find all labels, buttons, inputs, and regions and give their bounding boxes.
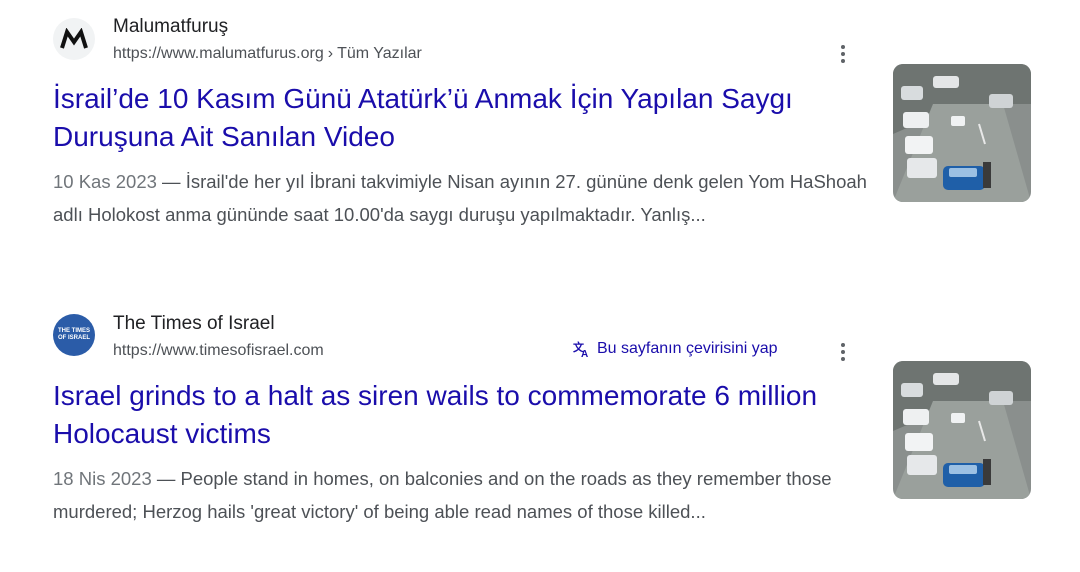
favicon-text-1: THE TIMES [57,328,90,334]
result-title-line-2: Duruşuna Ait Sanılan Video [53,121,395,152]
result-title-line-1: İsrail’de 10 Kasım Günü Atatürk’ü Anmak … [53,83,793,114]
date-dash: — [156,171,186,192]
result-thumbnail[interactable] [893,64,1031,202]
result-title[interactable]: İsrail’de 10 Kasım Günü Atatürk’ü Anmak … [53,80,883,156]
translate-icon: 文 A [573,340,588,358]
more-options-icon[interactable] [834,42,852,66]
result-thumbnail[interactable] [893,361,1031,499]
result-date: 18 Nis 2023 [53,468,152,489]
translate-label: Bu sayfanın çevirisini yap [597,340,778,357]
result-title-line-2: Holocaust victims [53,418,271,449]
site-url[interactable]: https://www.timesofisrael.com [113,342,324,360]
date-dash: — [151,468,181,489]
breadcrumb-separator: › [327,45,334,62]
translate-page-link[interactable]: 文 A Bu sayfanın çevirisini yap [573,340,778,358]
url-text: https://www.malumatfurus.org [113,45,324,62]
malumatfurus-logo-icon[interactable] [53,18,95,60]
result-snippet: 18 Nis 2023 — People stand in homes, on … [53,462,873,528]
result-snippet: 10 Kas 2023 — İsrail'de her yıl İbrani t… [53,165,873,231]
result-title[interactable]: Israel grinds to a halt as siren wails t… [53,377,883,453]
site-name[interactable]: The Times of Israel [113,313,275,335]
times-of-israel-logo-icon[interactable]: THE TIMES OF ISRAEL [53,314,95,356]
site-url[interactable]: https://www.malumatfurus.org › Tüm Yazılar [113,45,422,63]
more-options-icon[interactable] [834,340,852,364]
favicon-text-2: OF ISRAEL [57,335,90,341]
site-name[interactable]: Malumatfuruş [113,16,228,38]
result-title-line-1: Israel grinds to a halt as siren wails t… [53,380,818,411]
svg-text:A: A [581,349,588,358]
breadcrumb: Tüm Yazılar [337,45,422,62]
result-date: 10 Kas 2023 [53,171,157,192]
